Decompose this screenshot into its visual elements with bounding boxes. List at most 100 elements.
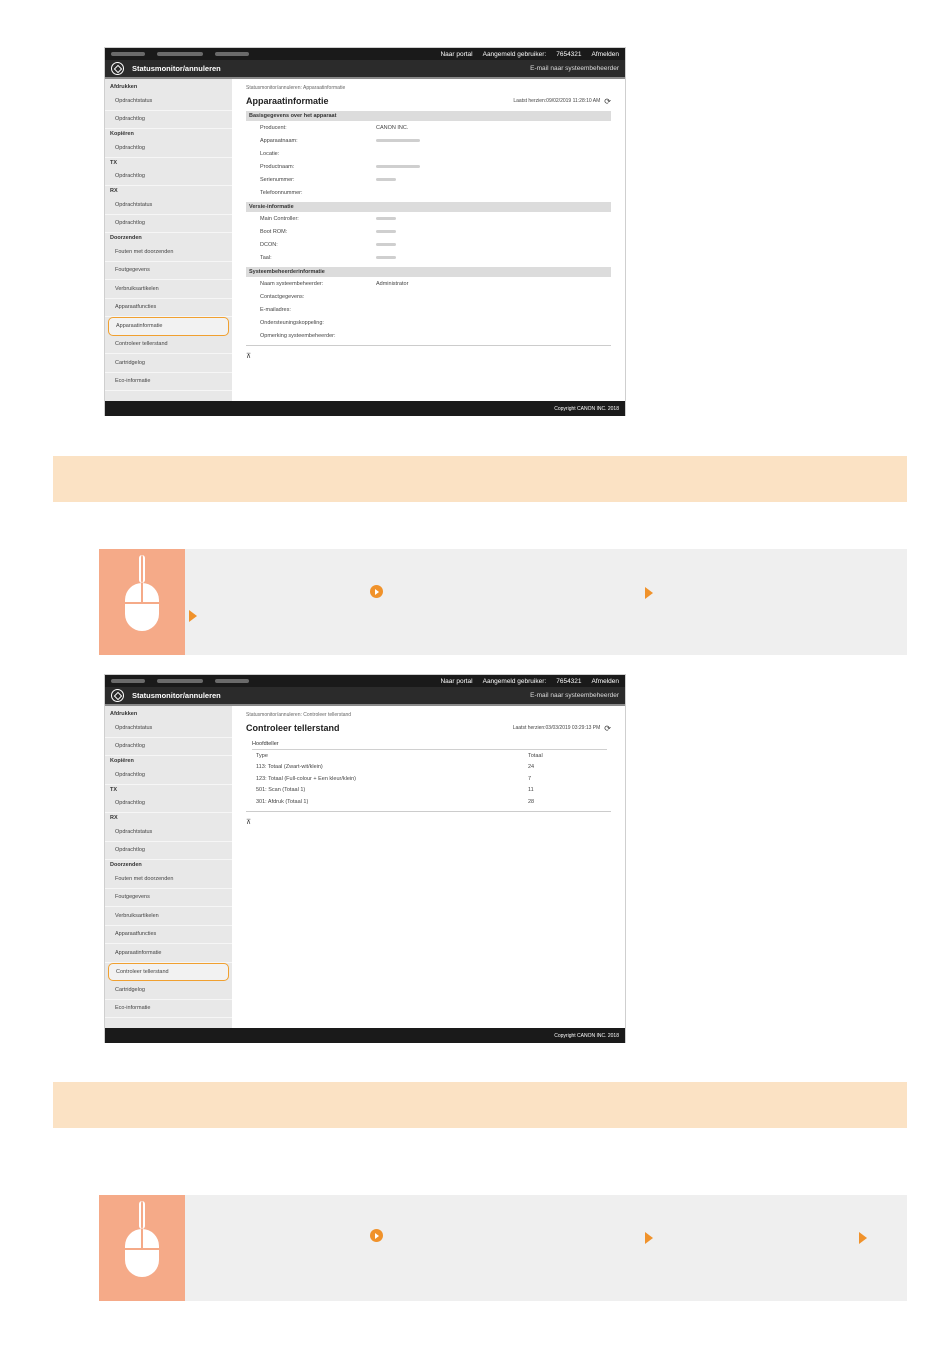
- arrow-icon: [189, 610, 197, 622]
- sidebar-item-fwd-errors[interactable]: Fouten met doorzenden: [105, 870, 232, 889]
- col-type: Type: [256, 752, 268, 759]
- blurred-value: [376, 177, 396, 182]
- sidebar-group-copy: Kopiëren: [110, 131, 134, 137]
- app-header: Statusmonitor/annuleren E-mail naar syst…: [105, 60, 625, 79]
- sidebar-item-consumables[interactable]: Verbruiksartikelen: [105, 907, 232, 926]
- last-updated: Laatst herzien:09/02/2019 11:28:10 AM: [513, 98, 601, 104]
- sidebar-group-print: Afdrukken: [110, 84, 138, 90]
- sidebar-item-counter[interactable]: Controleer tellerstand: [105, 336, 232, 354]
- sidebar-group-device: Doorzenden: [110, 862, 142, 868]
- main-content: Statusmonitor/annuleren: Controleer tell…: [232, 706, 625, 1028]
- logout-link[interactable]: Afmelden: [592, 51, 619, 58]
- refresh-icon[interactable]: ⟳: [604, 97, 611, 106]
- blurred-text: [111, 52, 145, 56]
- sidebar-item-fwd-errors[interactable]: Fouten met doorzenden: [105, 243, 232, 262]
- table-row: 113: Totaal (Zwart-wit/klein) 24: [252, 762, 607, 774]
- blurred-value: [376, 229, 396, 234]
- arrow-icon: [859, 1232, 867, 1244]
- sidebar-item-job-log[interactable]: Opdrachtlog: [105, 738, 232, 756]
- cell-type: 501: Scan (Totaal 1): [256, 787, 306, 794]
- sidebar-item-job-log[interactable]: Opdrachtlog: [105, 842, 232, 860]
- sidebar-item-error-info[interactable]: Foutgegevens: [105, 889, 232, 907]
- row-label: Boot ROM:: [260, 228, 288, 235]
- remote-ui-logo-icon: [111, 62, 124, 75]
- info-row: Locatie:: [246, 147, 611, 160]
- table-header: Type Totaal: [252, 750, 607, 762]
- sidebar-item-device-info[interactable]: Apparaatinformatie: [108, 317, 229, 336]
- to-top-icon[interactable]: ⊼: [246, 352, 611, 360]
- sidebar-item-job-status[interactable]: Opdrachtstatus: [105, 719, 232, 738]
- row-label: E-mailadres:: [260, 306, 291, 313]
- page-title: Apparaatinformatie: [246, 96, 329, 106]
- login-label: Aangemeld gebruiker:: [482, 677, 547, 685]
- sidebar-item-job-log[interactable]: Opdrachtlog: [105, 111, 232, 129]
- portal-link[interactable]: Naar portal: [440, 51, 472, 58]
- to-top-icon[interactable]: ⊼: [246, 818, 611, 826]
- section-basic: Basisgegevens over het apparaat: [246, 111, 611, 121]
- row-label: Producent:: [260, 124, 287, 131]
- col-total: Totaal: [528, 752, 543, 759]
- top-bar: Naar portal Aangemeld gebruiker: 7654321…: [105, 675, 625, 687]
- sidebar-item-device-info[interactable]: Apparaatinformatie: [105, 944, 232, 963]
- counter-subhead: Hoofdteller: [252, 741, 279, 747]
- table-row: 501: Scan (Totaal 1) 11: [252, 785, 607, 797]
- row-label: Ondersteuningskoppeling:: [260, 319, 324, 326]
- cell-type: 301: Afdruk (Totaal 1): [256, 798, 309, 805]
- row-label: Apparaatnaam:: [260, 137, 298, 144]
- blurred-value: [376, 138, 420, 143]
- sidebar-item-job-status[interactable]: Opdrachtstatus: [105, 92, 232, 111]
- sidebar-item-counter[interactable]: Controleer tellerstand: [108, 962, 229, 981]
- sidebar-item-eco[interactable]: Eco-informatie: [105, 1000, 232, 1018]
- row-label: Productnaam:: [260, 163, 295, 170]
- sidebar-group-tx: TX: [110, 159, 118, 166]
- sidebar-item-job-log[interactable]: Opdrachtlog: [105, 215, 232, 233]
- info-row: Main Controller:: [246, 212, 611, 225]
- sidebar-item-job-log[interactable]: Opdrachtlog: [105, 168, 232, 186]
- app-title: Statusmonitor/annuleren: [132, 691, 221, 700]
- sidebar-item-consumables[interactable]: Verbruiksartikelen: [105, 280, 232, 299]
- blurred-value: [376, 255, 396, 260]
- refresh-icon[interactable]: ⟳: [604, 724, 611, 733]
- top-bar: Naar portal Aangemeld gebruiker: 7654321…: [105, 48, 625, 60]
- counter-table: Type Totaal 113: Totaal (Zwart-wit/klein)…: [252, 749, 607, 808]
- info-row: Productnaam:: [246, 160, 611, 173]
- logout-link[interactable]: Afmelden: [592, 678, 619, 685]
- sidebar-item-cartridge-log[interactable]: Cartridgelog: [105, 354, 232, 373]
- mail-admin-link[interactable]: E-mail naar systeembeheerder: [530, 65, 619, 72]
- sidebar-group-copy: Kopiëren: [110, 758, 134, 764]
- sidebar-item-job-log[interactable]: Opdrachtlog: [105, 766, 232, 785]
- sidebar-item-cartridge-log[interactable]: Cartridgelog: [105, 981, 232, 1000]
- sidebar-item-job-log[interactable]: Opdrachtlog: [105, 139, 232, 158]
- sidebar-item-job-log[interactable]: Opdrachtlog: [105, 795, 232, 813]
- section-admin: Systeembeheerderinformatie: [246, 267, 611, 277]
- breadcrumb: Statusmonitor/annuleren: Apparaatinforma…: [246, 85, 346, 91]
- sidebar-item-job-status[interactable]: Opdrachtstatus: [105, 196, 232, 215]
- sidebar-item-error-info[interactable]: Foutgegevens: [105, 262, 232, 280]
- info-row: E-mailadres:: [246, 303, 611, 316]
- app-header: Statusmonitor/annuleren E-mail naar syst…: [105, 687, 625, 706]
- row-label: Main Controller:: [260, 215, 299, 222]
- screenshot-counter: Naar portal Aangemeld gebruiker: 7654321…: [104, 674, 626, 1043]
- row-value: CANON INC.: [376, 124, 409, 131]
- mail-admin-link[interactable]: E-mail naar systeembeheerder: [530, 692, 619, 699]
- copyright: Copyright CANON INC. 2018: [105, 1028, 625, 1043]
- arrow-icon: [645, 1232, 653, 1244]
- circle-arrow-icon: [370, 1229, 383, 1242]
- info-row: Naam systeembeheerder: Administrator: [246, 277, 611, 290]
- mouse-icon: [99, 1195, 185, 1301]
- portal-link[interactable]: Naar portal: [440, 678, 472, 685]
- blurred-value: [376, 242, 396, 247]
- sidebar-item-job-status[interactable]: Opdrachtstatus: [105, 823, 232, 842]
- screenshot-device-info: Naar portal Aangemeld gebruiker: 7654321…: [104, 47, 626, 416]
- cell-type: 113: Totaal (Zwart-wit/klein): [256, 764, 323, 771]
- sidebar-item-device-features[interactable]: Apparaatfuncties: [105, 299, 232, 317]
- sidebar-item-eco[interactable]: Eco-informatie: [105, 373, 232, 391]
- remote-ui-logo-icon: [111, 689, 124, 702]
- info-row: Apparaatnaam:: [246, 134, 611, 147]
- row-label: Serienummer:: [260, 176, 295, 183]
- info-row: DCON:: [246, 238, 611, 251]
- sidebar-group-rx: RX: [110, 815, 118, 821]
- main-content: Statusmonitor/annuleren: Apparaatinforma…: [232, 79, 625, 401]
- info-row: Taal:: [246, 251, 611, 264]
- sidebar-item-device-features[interactable]: Apparaatfuncties: [105, 926, 232, 944]
